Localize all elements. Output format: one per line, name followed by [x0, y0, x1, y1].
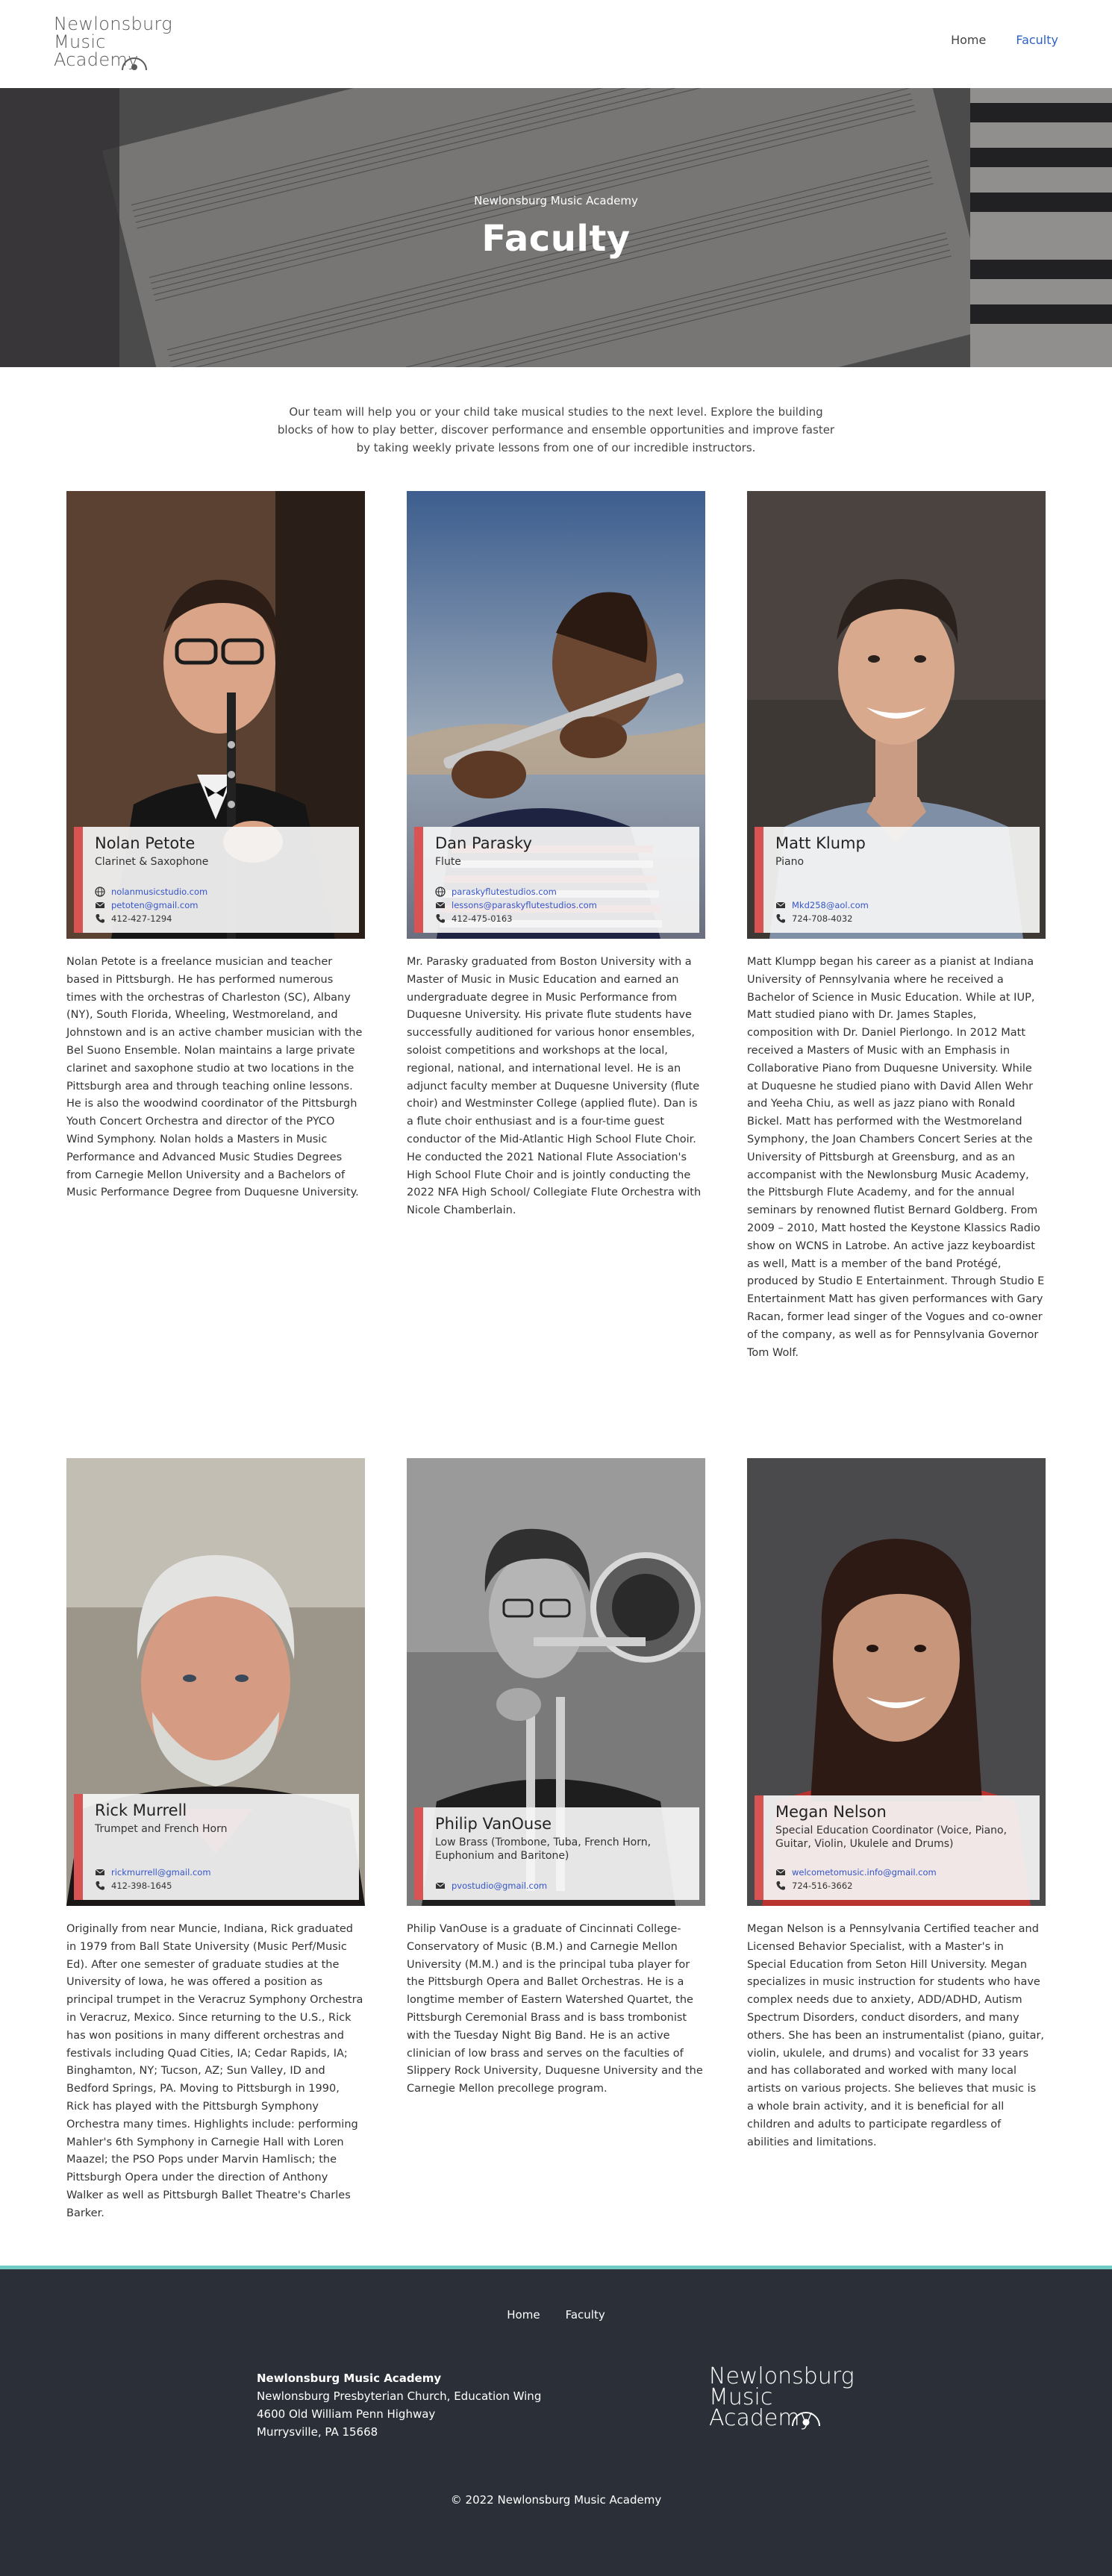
logo-line: Academy — [709, 2405, 813, 2431]
footer-home-link[interactable]: Home — [507, 2308, 540, 2322]
footer-logo[interactable]: Newlonsburg Music Academy — [709, 2366, 858, 2441]
faculty-name: Megan Nelson — [775, 1803, 887, 1821]
address-line: Murrysville, PA 15668 — [257, 2425, 378, 2439]
email-link[interactable]: Mkd258@aol.com — [775, 898, 1029, 912]
phone-icon — [96, 914, 104, 923]
globe-icon — [435, 887, 446, 897]
envelope-icon — [435, 901, 446, 908]
globe-icon — [95, 887, 105, 897]
faculty-name: Nolan Petote — [95, 834, 196, 852]
faculty-instrument: Low Brass (Trombone, Tuba, French Horn, … — [435, 1836, 652, 1862]
website-link[interactable]: nolanmusicstudio.com — [95, 885, 349, 898]
nav-faculty-link[interactable]: Faculty — [1016, 33, 1058, 47]
footer-faculty-link[interactable]: Faculty — [566, 2308, 605, 2322]
address-line: Newlonsburg Presbyterian Church, Educati… — [257, 2389, 542, 2403]
phone-number[interactable]: 412-398-1645 — [95, 1879, 349, 1892]
footer-address: Newlonsburg Music Academy Newlonsburg Pr… — [257, 2369, 541, 2441]
faculty-name: Matt Klump — [775, 834, 866, 852]
phone-icon — [776, 914, 785, 923]
faculty-info-box: Nolan Petote Clarinet & Saxophone nolanm… — [74, 827, 359, 933]
faculty-bio: Nolan Petote is a freelance musician and… — [66, 956, 363, 1199]
faculty-photo: Matt Klump Piano Mkd258@aol.com 724-708-… — [747, 491, 1046, 939]
faculty-instrument: Flute — [435, 856, 461, 868]
faculty-card: Megan Nelson Special Education Coordinat… — [747, 1458, 1046, 2151]
faculty-info-box: Megan Nelson Special Education Coordinat… — [755, 1795, 1040, 1900]
faculty-grid: Nolan Petote Clarinet & Saxophone nolanm… — [0, 457, 1112, 2225]
faculty-card: Philip VanOuse Low Brass (Trombone, Tuba… — [407, 1458, 705, 2098]
phone-number[interactable]: 724-708-4032 — [775, 912, 1029, 925]
faculty-card: Dan Parasky Flute paraskyflutestudios.co… — [407, 491, 705, 1220]
page-title: Faculty — [481, 218, 631, 260]
email-link[interactable]: welcometomusic.info@gmail.com — [775, 1866, 1029, 1879]
faculty-bio: Megan Nelson is a Pennsylvania Certified… — [747, 1923, 1045, 2148]
hero-banner: Newlonsburg Music Academy Faculty — [0, 88, 1112, 367]
footer-nav: Home Faculty — [0, 2308, 1112, 2322]
envelope-icon — [95, 1869, 105, 1875]
tuning-fork-icon — [792, 2412, 820, 2427]
email-link[interactable]: petoten@gmail.com — [95, 898, 349, 912]
address-line: 4600 Old William Penn Highway — [257, 2407, 436, 2421]
tuning-fork-icon — [122, 57, 147, 71]
faculty-name: Philip VanOuse — [435, 1815, 552, 1833]
logo-line: Newlonsburg — [54, 13, 173, 34]
hero-subtitle: Newlonsburg Music Academy — [474, 194, 638, 207]
phone-number[interactable]: 412-475-0163 — [435, 912, 689, 925]
email-link[interactable]: lessons@paraskyflutestudios.com — [435, 898, 689, 912]
main-nav: Home Faculty — [951, 33, 1058, 47]
phone-icon — [96, 1881, 104, 1890]
faculty-instrument: Special Education Coordinator (Voice, Pi… — [775, 1825, 1008, 1850]
faculty-photo: Megan Nelson Special Education Coordinat… — [747, 1458, 1046, 1906]
faculty-card: Matt Klump Piano Mkd258@aol.com 724-708-… — [747, 491, 1046, 1362]
faculty-bio: Philip VanOuse is a graduate of Cincinna… — [407, 1923, 703, 2095]
faculty-bio: Matt Klumpp began his career as a pianis… — [747, 956, 1045, 1359]
phone-icon — [436, 914, 445, 923]
copyright-text: © 2022 Newlonsburg Music Academy — [450, 2493, 662, 2507]
faculty-info-box: Dan Parasky Flute paraskyflutestudios.co… — [414, 827, 699, 933]
website-link[interactable]: paraskyflutestudios.com — [435, 885, 689, 898]
site-logo[interactable]: Newlonsburg Music Academy — [54, 15, 173, 75]
faculty-bio: Mr. Parasky graduated from Boston Univer… — [407, 956, 702, 1217]
faculty-info-box: Matt Klump Piano Mkd258@aol.com 724-708-… — [755, 827, 1040, 933]
faculty-photo: Philip VanOuse Low Brass (Trombone, Tuba… — [407, 1458, 705, 1906]
faculty-photo: Rick Murrell Trumpet and French Horn ric… — [66, 1458, 365, 1906]
site-footer: Home Faculty Newlonsburg Music Academy N… — [0, 2266, 1112, 2576]
nav-home-link[interactable]: Home — [951, 33, 986, 47]
logo-line: Academy — [54, 49, 139, 70]
phone-number[interactable]: 724-516-3662 — [775, 1879, 1029, 1892]
email-link[interactable]: pvostudio@gmail.com — [435, 1879, 689, 1892]
faculty-card: Nolan Petote Clarinet & Saxophone nolanm… — [66, 491, 365, 1202]
faculty-bio: Originally from near Muncie, Indiana, Ri… — [66, 1923, 363, 2219]
faculty-photo: Nolan Petote Clarinet & Saxophone nolanm… — [66, 491, 365, 939]
envelope-icon — [775, 901, 786, 908]
faculty-photo: Dan Parasky Flute paraskyflutestudios.co… — [407, 491, 705, 939]
site-header: Newlonsburg Music Academy Home Faculty — [0, 0, 1112, 88]
logo-line: Music — [54, 31, 106, 52]
phone-icon — [776, 1881, 785, 1890]
faculty-info-box: Rick Murrell Trumpet and French Horn ric… — [74, 1794, 359, 1900]
envelope-icon — [95, 901, 105, 908]
email-link[interactable]: rickmurrell@gmail.com — [95, 1866, 349, 1879]
faculty-name: Dan Parasky — [435, 834, 532, 852]
faculty-name: Rick Murrell — [95, 1801, 187, 1819]
phone-number[interactable]: 412-427-1294 — [95, 912, 349, 925]
envelope-icon — [435, 1882, 446, 1889]
intro-text: Our team will help you or your child tak… — [277, 405, 835, 454]
footer-org-name: Newlonsburg Music Academy — [257, 2372, 442, 2385]
faculty-info-box: Philip VanOuse Low Brass (Trombone, Tuba… — [414, 1807, 699, 1900]
envelope-icon — [775, 1869, 786, 1875]
faculty-instrument: Piano — [775, 856, 805, 868]
faculty-card: Rick Murrell Trumpet and French Horn ric… — [66, 1458, 365, 2223]
faculty-instrument: Clarinet & Saxophone — [95, 856, 209, 868]
faculty-instrument: Trumpet and French Horn — [95, 1823, 228, 1835]
